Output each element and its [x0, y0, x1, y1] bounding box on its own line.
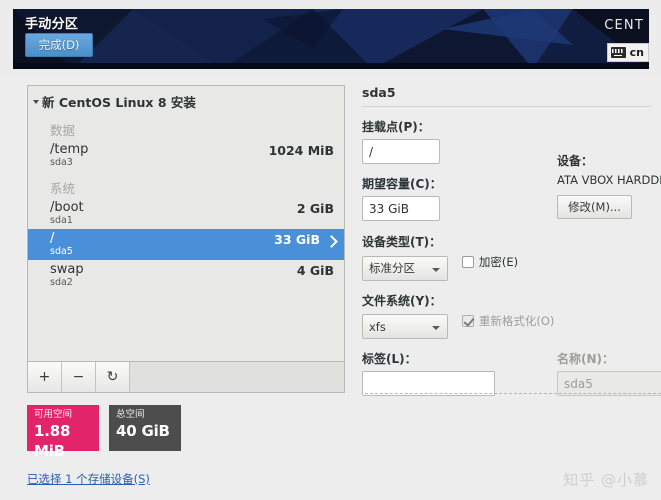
keyboard-layout-label: cn	[629, 46, 644, 59]
done-button[interactable]: 完成(D)	[25, 33, 93, 57]
partition-size: 33 GiB	[274, 232, 320, 247]
watermark: 知乎 @小慕	[563, 471, 649, 489]
brand-label: CENT	[604, 18, 644, 33]
modify-device-button[interactable]: 修改(M)...	[557, 195, 632, 219]
partition-mountpoint: swap	[50, 262, 84, 277]
page-title: 手动分区	[25, 17, 79, 32]
checkbox-box	[461, 256, 474, 268]
free-space-value: 1.88 MiB	[34, 422, 71, 460]
filesystem-select[interactable]: xfs	[362, 314, 448, 339]
partition-size: 1024 MiB	[268, 143, 334, 158]
checkbox-box	[461, 314, 474, 327]
partition-list[interactable]: 新 CentOS Linux 8 安装 数据 /temp sda3 1024 M…	[27, 85, 345, 362]
capacity-input[interactable]	[362, 196, 440, 221]
header-facet-graphic	[13, 9, 649, 69]
section-label-system: 系统	[50, 181, 76, 196]
section-label-data: 数据	[50, 123, 76, 138]
partition-size: 4 GiB	[296, 263, 334, 278]
name-label: 名称(N)：	[557, 352, 615, 366]
right-column: sda5 挂载点(P)： 期望容量(C)： 设备： ATA VBOX HARDD…	[362, 85, 661, 410]
filesystem-label: 文件系统(Y)：	[362, 293, 442, 308]
partition-mountpoint: /boot	[50, 200, 84, 215]
tag-name-row: 标签(L)： 名称(N)：	[362, 350, 661, 410]
reformat-checkbox[interactable]: 重新格式化(O)	[461, 313, 555, 329]
keyboard-layout-indicator[interactable]: cn	[606, 43, 649, 62]
install-group-header[interactable]: 新 CentOS Linux 8 安装	[28, 86, 344, 113]
device-type-select[interactable]: 标准分区	[362, 255, 448, 281]
name-column: 名称(N)：	[557, 350, 661, 396]
remove-partition-button[interactable]: −	[62, 362, 96, 392]
partition-device: sda5	[50, 246, 73, 257]
partition-device: sda1	[50, 215, 73, 226]
chevron-down-icon[interactable]	[33, 99, 39, 104]
device-info-column: 设备： ATA VBOX HARDDIS 修改(M)...	[557, 152, 661, 219]
total-space-value: 40 GiB	[116, 422, 170, 440]
keyboard-icon	[610, 47, 626, 58]
reset-partition-button[interactable]: ↻	[96, 362, 130, 392]
list-item[interactable]: swap sda2 4 GiB	[28, 260, 344, 291]
list-item[interactable]: /boot sda1 2 GiB	[28, 198, 344, 229]
chevron-down-icon	[432, 326, 440, 330]
partition-size: 2 GiB	[296, 201, 334, 216]
list-item-selected[interactable]: / sda5 33 GiB	[28, 229, 344, 260]
reformat-label: 重新格式化(O)	[478, 313, 555, 328]
free-space-label: 可用空间	[34, 409, 73, 420]
add-partition-button[interactable]: +	[28, 362, 62, 392]
partition-device: sda2	[50, 277, 73, 288]
selected-storage-link[interactable]: 已选择 1 个存储设备(S)	[27, 471, 150, 487]
partition-device: sda3	[50, 157, 73, 168]
mountpoint-label: 挂载点(P)：	[362, 120, 430, 134]
mountpoint-input[interactable]	[362, 139, 440, 164]
chevron-down-icon	[432, 267, 440, 272]
encrypt-label: 加密(E)	[478, 255, 519, 269]
device-type-value: 标准分区	[369, 261, 415, 275]
encrypt-checkbox[interactable]: 加密(E)	[461, 254, 519, 270]
install-group-label: 新 CentOS Linux 8 安装	[42, 95, 196, 110]
section-divider	[365, 393, 661, 394]
selected-device-title: sda5	[362, 85, 651, 107]
free-space-box: 可用空间 1.88 MiB	[27, 405, 99, 460]
header-banner: 手动分区 完成(D) CENT cn	[13, 9, 649, 69]
device-type-label: 设备类型(T)：	[362, 235, 442, 249]
total-space-box: 总空间 40 GiB	[109, 405, 181, 451]
filesystem-value: xfs	[369, 319, 386, 334]
partition-toolbar: + − ↻	[27, 362, 345, 393]
app-header: 手动分区 完成(D) CENT cn	[0, 0, 661, 77]
device-value: ATA VBOX HARDDIS	[557, 173, 661, 187]
total-space-label: 总空间	[116, 409, 145, 420]
device-label: 设备：	[557, 154, 594, 168]
capacity-summary: 可用空间 1.88 MiB 总空间 40 GiB	[27, 405, 345, 460]
left-column: 新 CentOS Linux 8 安装 数据 /temp sda3 1024 M…	[27, 85, 345, 487]
list-item[interactable]: /temp sda3 1024 MiB	[28, 140, 344, 171]
